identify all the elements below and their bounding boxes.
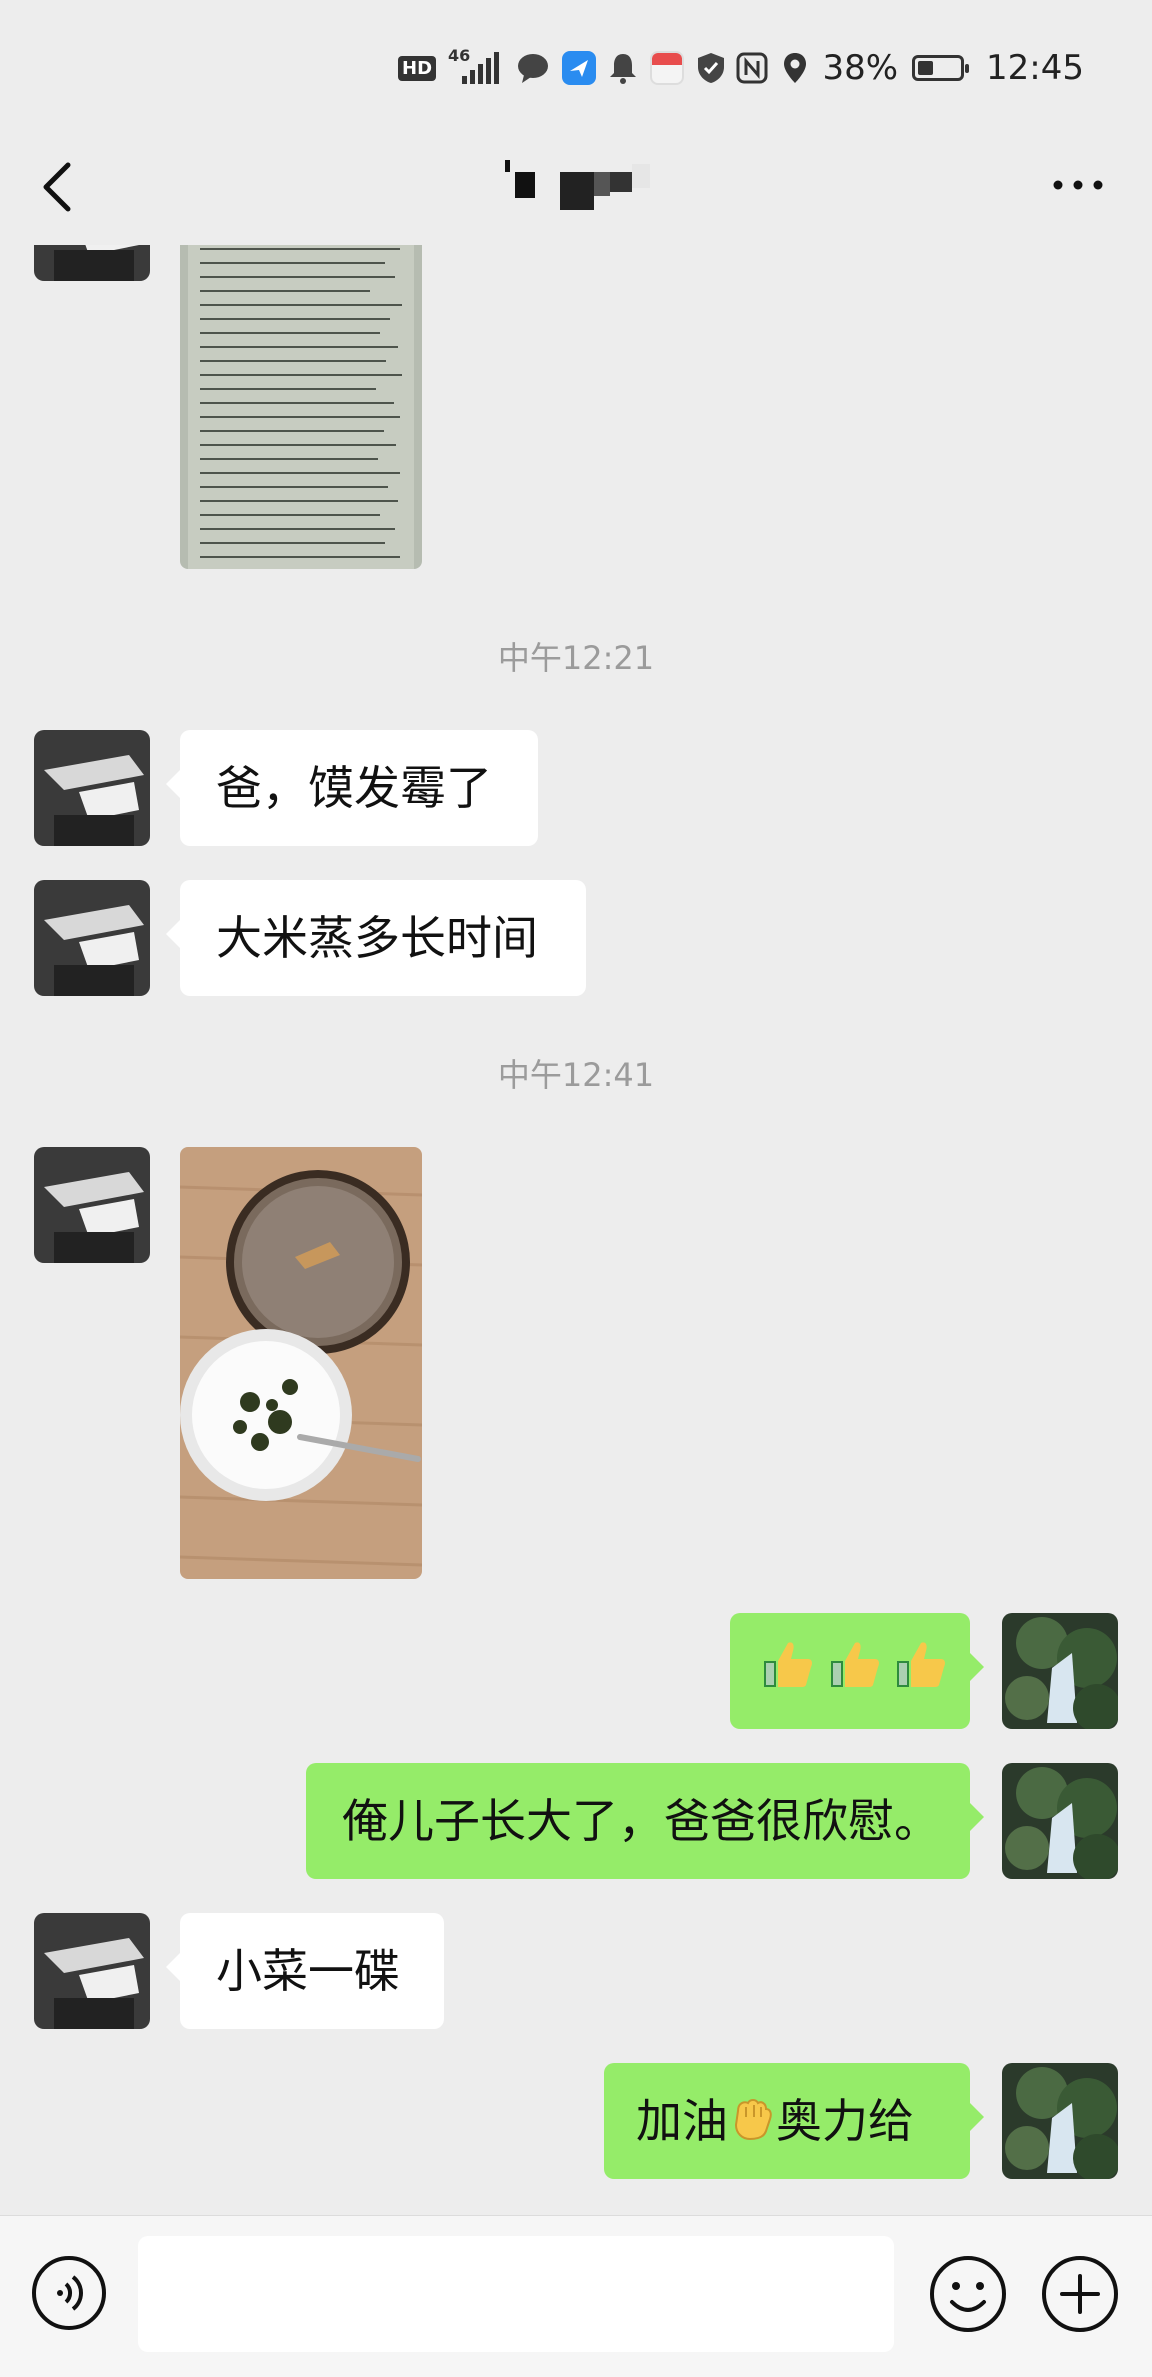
- calendar-app-icon: [650, 51, 685, 85]
- message-notification-icon: [518, 54, 549, 83]
- clock: 12:45: [986, 48, 1084, 88]
- contact-avatar[interactable]: [34, 880, 150, 996]
- battery-icon: [912, 55, 970, 81]
- emoji-button[interactable]: [928, 2254, 1008, 2334]
- outgoing-message-bubble[interactable]: 加油 奥力给: [604, 2063, 984, 2179]
- smiley-icon: [930, 2256, 1006, 2332]
- location-icon: [784, 53, 807, 83]
- incoming-message-bubble[interactable]: 爸，馍发霉了: [166, 730, 538, 846]
- more-dots-icon: [1053, 180, 1103, 190]
- timestamp: 中午12:21: [497, 639, 655, 677]
- message-text-input[interactable]: [138, 2236, 894, 2352]
- timestamp: 中午12:41: [497, 1056, 655, 1094]
- message-text-after: 奥力给: [776, 2094, 914, 2148]
- more-options-button[interactable]: [1048, 165, 1108, 205]
- contact-avatar[interactable]: [34, 1147, 150, 1263]
- nfc-icon: [736, 52, 768, 84]
- signal-icon: 46: [448, 46, 504, 86]
- status-bar: HD 46 38% 12:45: [0, 0, 1152, 135]
- chat-message-list[interactable]: 中午12:21 爸，馍发霉了 大米蒸多长时间 中午12:41 俺儿子长大了，爸爸…: [0, 245, 1152, 2215]
- chat-title-bar: [0, 135, 1152, 245]
- my-avatar[interactable]: [1002, 2063, 1118, 2179]
- plus-circle-icon: [1042, 2256, 1118, 2332]
- voice-icon: [32, 2256, 106, 2330]
- contact-name-redacted: [505, 160, 650, 210]
- contact-avatar[interactable]: [34, 1913, 150, 2029]
- image-message-food[interactable]: [180, 1147, 422, 1579]
- contact-avatar[interactable]: [34, 245, 150, 281]
- chevron-left-icon: [43, 162, 71, 212]
- status-icons-left: HD 46: [398, 44, 726, 92]
- incoming-message-bubble[interactable]: 大米蒸多长时间: [166, 880, 586, 996]
- more-functions-button[interactable]: [1040, 2254, 1120, 2334]
- thumbs-up-icon: [895, 1617, 947, 1733]
- thumbs-up-icon: [829, 1617, 881, 1733]
- incoming-message-bubble[interactable]: 小菜一碟: [166, 1913, 444, 2029]
- shield-icon: [698, 53, 725, 83]
- back-button[interactable]: [34, 157, 84, 217]
- message-input-bar: [0, 2215, 1152, 2377]
- my-avatar[interactable]: [1002, 1613, 1118, 1729]
- bell-icon: [610, 54, 637, 84]
- thumbs-up-icon: [762, 1617, 814, 1733]
- battery-percent: 38%: [822, 48, 899, 88]
- outgoing-message-bubble[interactable]: 俺儿子长大了，爸爸很欣慰。: [306, 1763, 984, 1879]
- voice-button[interactable]: [30, 2254, 108, 2332]
- my-avatar[interactable]: [1002, 1763, 1118, 1879]
- contact-avatar[interactable]: [34, 730, 150, 846]
- image-message-document[interactable]: [180, 245, 422, 569]
- message-text-before: 加油: [636, 2094, 728, 2148]
- hd-tag: HD: [398, 55, 437, 81]
- fist-icon: [728, 2067, 776, 2183]
- outgoing-message-bubble[interactable]: [730, 1613, 984, 1729]
- app-notification-icon: [562, 51, 597, 85]
- status-icons-right: 38% 12:45: [736, 44, 1084, 92]
